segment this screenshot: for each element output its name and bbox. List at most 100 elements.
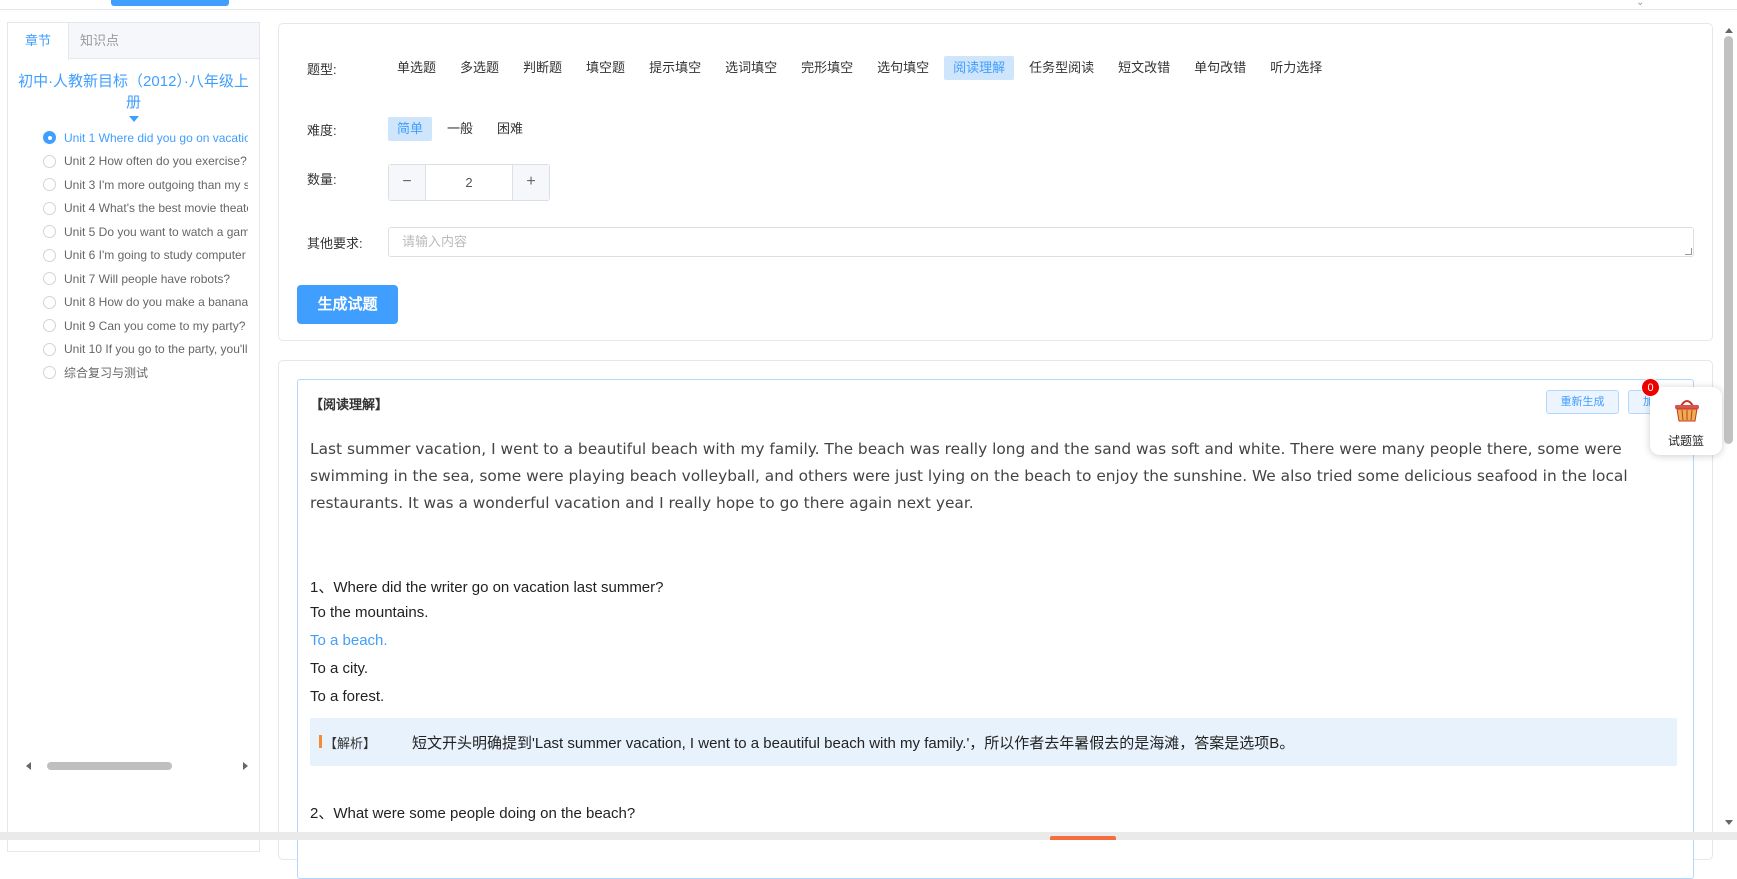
vertical-scrollbar[interactable] [1722,22,1736,832]
horizontal-scrollbar[interactable] [26,759,248,773]
type-option-selected[interactable]: 阅读理解 [944,56,1015,80]
radio-icon[interactable] [43,295,56,309]
type-option[interactable]: 单句改错 [1185,56,1255,80]
type-option[interactable]: 听力选择 [1261,56,1331,80]
radio-icon[interactable] [43,201,56,215]
unit-label: Unit 9 Can you come to my party? [64,318,246,333]
unit-label: Unit 8 How do you make a banana milk sha… [64,295,248,310]
unit-label: Unit 6 I'm going to study computer scien… [64,248,248,263]
unit-label: Unit 1 Where did you go on vacation? [64,130,248,145]
radio-checked-icon[interactable] [43,131,56,145]
requirement-textarea[interactable]: 请输入内容 [388,227,1694,257]
decrement-button[interactable]: − [389,165,426,200]
resize-handle-icon[interactable] [1685,248,1692,255]
answer-option: To a forest. [310,688,385,705]
type-option[interactable]: 提示填空 [640,56,710,80]
difficulty-label: 难度: [307,122,337,138]
basket-count-badge: 0 [1641,378,1660,397]
question-basket-button[interactable]: 0 试题篮 [1641,378,1722,455]
type-option[interactable]: 选词填空 [716,56,786,80]
question-block: 【阅读理解】 重新生成 加 Last summer vacation, I we… [297,379,1694,879]
reading-passage: Last summer vacation, I went to a beauti… [310,440,1628,512]
basket-label: 试题篮 [1667,434,1704,448]
scroll-up-icon[interactable] [1725,28,1733,33]
question-type-tag: 【阅读理解】 [310,397,389,412]
difficulty-option[interactable]: 困难 [488,117,532,141]
analysis-text: 短文开头明确提到'Last summer vacation, I went to… [412,735,1295,752]
generate-questions-button[interactable]: 生成试题 [297,285,398,324]
unit-item[interactable]: Unit 8 How do you make a banana milk sha… [8,291,248,315]
type-option[interactable]: 完形填空 [792,56,862,80]
type-option[interactable]: 填空题 [577,56,634,80]
requirement-label: 其他要求: [307,235,363,251]
question-type-row: 题型: 单选题 多选题 判断题 填空题 提示填空 选词填空 完形填空 选句填空 … [307,56,1337,80]
type-option[interactable]: 单选题 [388,56,445,80]
difficulty-row: 难度: 简单 一般 困难 [307,117,538,141]
scrollbar-thumb[interactable] [47,762,172,770]
top-corner-icon[interactable]: ⌄ [1636,0,1644,8]
chapter-panel-tabs: 章节 知识点 [8,23,259,60]
type-option[interactable]: 判断题 [514,56,571,80]
analysis-label: 【解析】 [324,736,377,751]
increment-button[interactable]: + [512,165,549,200]
unit-item[interactable]: Unit 3 I'm more outgoing than my sister. [8,173,248,197]
count-label: 数量: [307,172,337,187]
scroll-right-icon[interactable] [243,762,248,770]
unit-item[interactable]: Unit 5 Do you want to watch a game show? [8,220,248,244]
unit-list: Unit 1 Where did you go on vacation? Uni… [8,126,259,385]
result-card: 【阅读理解】 重新生成 加 Last summer vacation, I we… [278,360,1713,879]
unit-label: Unit 5 Do you want to watch a game show? [64,224,248,239]
count-row: 数量: − 2 + [307,164,550,201]
tab-chapter[interactable]: 章节 [8,23,69,60]
unit-item[interactable]: Unit 6 I'm going to study computer scien… [8,244,248,268]
radio-icon[interactable] [43,272,56,286]
radio-icon[interactable] [43,366,56,380]
caret-down-icon[interactable] [128,116,139,122]
difficulty-option[interactable]: 一般 [438,117,482,141]
radio-icon[interactable] [43,225,56,239]
scroll-left-icon[interactable] [26,762,31,770]
analysis-box: 【解析】 短文开头明确提到'Last summer vacation, I we… [310,718,1677,766]
unit-item[interactable]: Unit 1 Where did you go on vacation? [8,126,248,150]
unit-label: Unit 2 How often do you exercise? [64,154,247,169]
unit-label: Unit 10 If you go to the party, you'll h… [64,342,248,357]
basket-icon [1675,400,1699,422]
type-option[interactable]: 短文改错 [1109,56,1179,80]
radio-icon[interactable] [43,248,56,262]
unit-label: Unit 7 Will people have robots? [64,271,231,286]
top-active-tab-indicator[interactable] [111,0,229,6]
question-stem: 2、What were some people doing on the bea… [310,805,636,822]
bottom-indicator[interactable] [1050,836,1116,840]
generation-settings-card: 题型: 单选题 多选题 判断题 填空题 提示填空 选词填空 完形填空 选句填空 … [278,23,1713,341]
type-option[interactable]: 选句填空 [868,56,938,80]
unit-label: Unit 3 I'm more outgoing than my sister. [64,177,248,192]
analysis-accent-bar [319,735,322,748]
type-option[interactable]: 多选题 [451,56,508,80]
count-stepper: − 2 + [388,164,550,201]
count-input[interactable]: 2 [426,165,512,200]
textbook-title[interactable]: 初中·人教新目标（2012）·八年级上册 [14,71,253,113]
answer-option: To a city. [310,660,369,677]
regenerate-button[interactable]: 重新生成 [1546,390,1619,414]
question-stem: 1、Where did the writer go on vacation la… [310,579,664,596]
scroll-down-icon[interactable] [1725,820,1733,825]
radio-icon[interactable] [43,342,56,356]
unit-item[interactable]: Unit 2 How often do you exercise? [8,150,248,174]
radio-icon[interactable] [43,154,56,168]
answer-option-correct: To a beach. [310,632,388,649]
unit-item[interactable]: Unit 10 If you go to the party, you'll h… [8,338,248,362]
unit-item[interactable]: Unit 9 Can you come to my party? [8,314,248,338]
difficulty-option-selected[interactable]: 简单 [388,117,433,141]
tab-knowledge-point[interactable]: 知识点 [69,23,130,58]
unit-item[interactable]: 综合复习与测试 [8,361,248,385]
unit-item[interactable]: Unit 7 Will people have robots? [8,267,248,291]
requirement-placeholder: 请输入内容 [402,234,468,249]
unit-item[interactable]: Unit 4 What's the best movie theater? [8,197,248,221]
unit-label: Unit 4 What's the best movie theater? [64,201,248,216]
bottom-bar [0,832,1737,840]
scrollbar-thumb[interactable] [1724,36,1733,444]
radio-icon[interactable] [43,178,56,192]
requirement-row: 其他要求: 请输入内容 [307,227,1694,257]
type-option[interactable]: 任务型阅读 [1020,56,1103,80]
radio-icon[interactable] [43,319,56,333]
